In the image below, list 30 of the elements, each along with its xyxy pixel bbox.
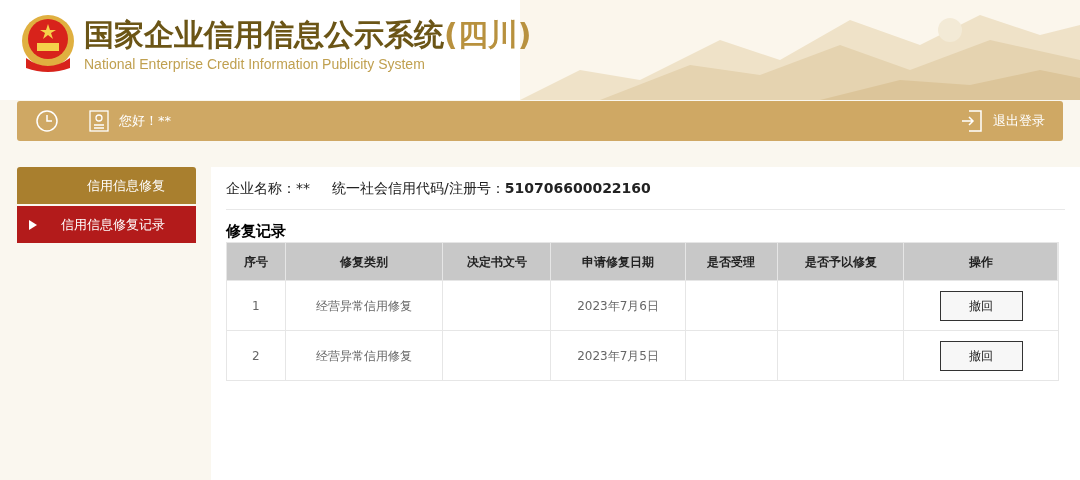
company-name: 企业名称：**	[226, 178, 310, 198]
site-title: 国家企业信用信息公示系统	[84, 16, 444, 54]
column-header: 操作	[904, 243, 1058, 280]
credit-code-value: 510706600022160	[504, 178, 651, 198]
table-cell-text: 1	[252, 297, 260, 315]
column-header: 决定书文号	[443, 243, 552, 280]
table-cell-text: 经营异常信用修复	[316, 297, 413, 315]
credit-code-label: 统一社会信用代码/注册号：	[332, 178, 505, 198]
column-header: 是否予以修复	[777, 243, 905, 280]
section-title: 修复记录	[226, 221, 287, 242]
sidebar-item[interactable]: 信用信息修复	[17, 167, 196, 204]
play-icon	[29, 219, 37, 230]
column-header: 申请修复日期	[551, 243, 686, 280]
site-subtitle: National Enterprise Credit Information Publicity System	[84, 55, 426, 73]
region-label: (四川)	[444, 16, 532, 54]
greeting-text: 您好！**	[119, 112, 171, 131]
withdraw-button[interactable]: 撤回	[939, 290, 1023, 321]
column-header: 修复类别	[285, 243, 444, 280]
table-cell-text: 2023年7月6日	[577, 297, 659, 315]
table-cell-text: 2023年7月5日	[577, 347, 659, 365]
column-header: 序号	[227, 243, 286, 280]
column-header: 是否受理	[685, 243, 778, 280]
table-cell-text: 2	[252, 347, 260, 365]
sidebar-item[interactable]: 信用信息修复记录	[17, 206, 196, 243]
emblem-icon	[20, 14, 76, 74]
user-card-icon	[89, 110, 109, 132]
withdraw-button[interactable]: 撤回	[939, 340, 1023, 371]
logout-icon	[961, 110, 983, 132]
clock-icon	[35, 109, 59, 133]
table-cell-text: 经营异常信用修复	[316, 347, 413, 365]
